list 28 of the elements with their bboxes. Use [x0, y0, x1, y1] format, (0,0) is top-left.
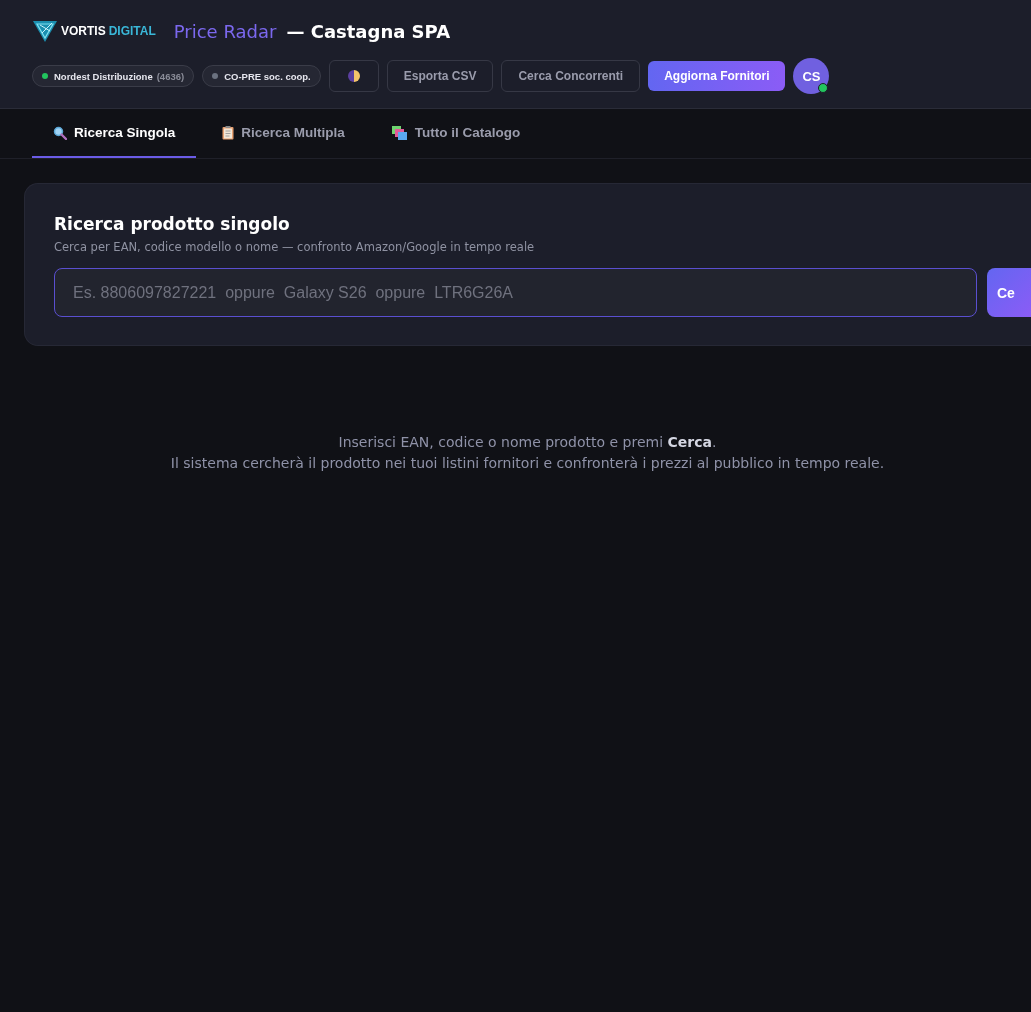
hint-text: Inserisci EAN, codice o nome prodotto e premi Cerca.	[337, 433, 718, 452]
search-field[interactable]: Es. 8806097827221 oppure Galaxy S26 oppure LTR6G26A	[54, 268, 977, 317]
tab[interactable]: Tutto il Catalogo	[370, 109, 542, 158]
page-title: — Castagna SPA	[286, 20, 451, 42]
supplier-chip[interactable]: Nordest Distribuzione (4636)	[32, 65, 195, 87]
user-avatar[interactable]: CS	[793, 58, 830, 94]
action-button[interactable]: Cerca Concorrenti	[501, 60, 641, 92]
theme-toggle-button[interactable]	[328, 60, 379, 92]
clipboard-icon	[222, 125, 235, 140]
card-title: Ricerca prodotto singolo	[54, 214, 291, 234]
search-button[interactable]: Ce	[987, 268, 1031, 317]
update-button[interactable]: Aggiorna Fornitori	[648, 61, 786, 91]
supplier-name: CO-PRE soc. coop.	[224, 70, 311, 82]
app-name: Price Radar	[173, 20, 277, 42]
logo-icon	[32, 19, 58, 43]
stacked-cards-icon	[391, 125, 408, 140]
half-moon-icon	[347, 70, 360, 82]
logo-text: VORTIS	[61, 24, 106, 38]
tab[interactable]: Ricerca Multipla	[201, 109, 366, 158]
supplier-chip[interactable]: CO-PRE soc. coop.	[202, 65, 321, 87]
action-button[interactable]: Esporta CSV	[386, 60, 494, 92]
card-subtitle: Cerca per EAN, codice modello o nome — confronto Amazon/Google in tempo reale	[54, 240, 536, 254]
hint-text: Il sistema cercherà il prodotto nei tuoi listini fornitori e confronterà i prezzi al pubblico in tempo reale.	[169, 454, 886, 473]
supplier-count: (4636)	[156, 70, 185, 82]
logo-text: DIGITAL	[108, 24, 156, 38]
tab[interactable]: Ricerca Singola	[32, 109, 197, 158]
supplier-name: Nordest Distribuzione	[54, 70, 153, 82]
search-icon	[53, 125, 67, 140]
